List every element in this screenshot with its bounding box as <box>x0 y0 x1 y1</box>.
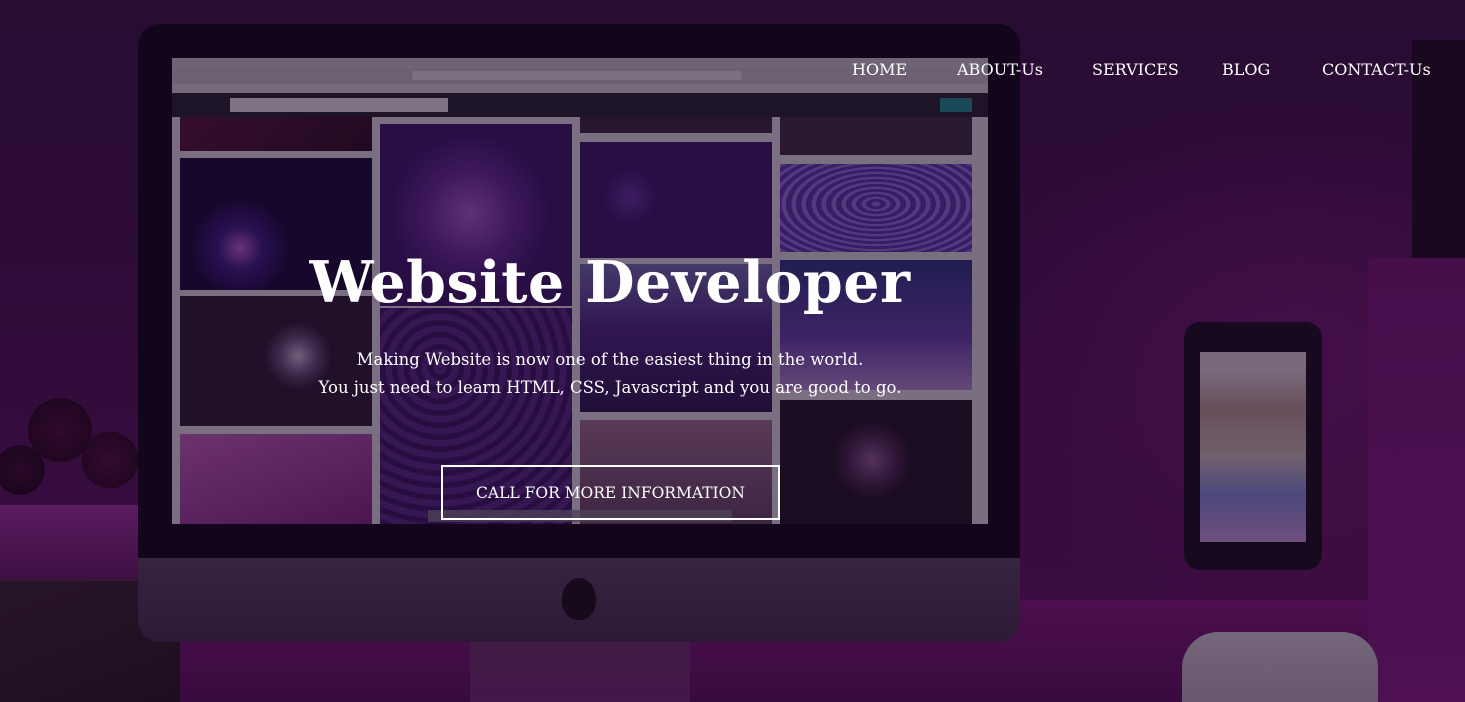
main-nav: HOME ABOUT-Us SERVICES BLOG CONTACT-Us <box>0 59 1465 83</box>
call-for-information-button[interactable]: CALL FOR MORE INFORMATION <box>441 465 780 520</box>
hero-subtitle-line-2: You just need to learn HTML, CSS, Javasc… <box>318 378 902 397</box>
hero-title: Website Developer <box>309 249 911 316</box>
hero-subtitle-line-1: Making Website is now one of the easiest… <box>356 350 864 369</box>
nav-item-home[interactable]: HOME <box>852 59 907 81</box>
nav-item-services[interactable]: SERVICES <box>1092 59 1179 81</box>
nav-item-blog[interactable]: BLOG <box>1222 59 1270 81</box>
nav-item-about-us[interactable]: ABOUT-Us <box>957 59 1043 81</box>
nav-item-contact-us[interactable]: CONTACT-Us <box>1322 59 1431 81</box>
